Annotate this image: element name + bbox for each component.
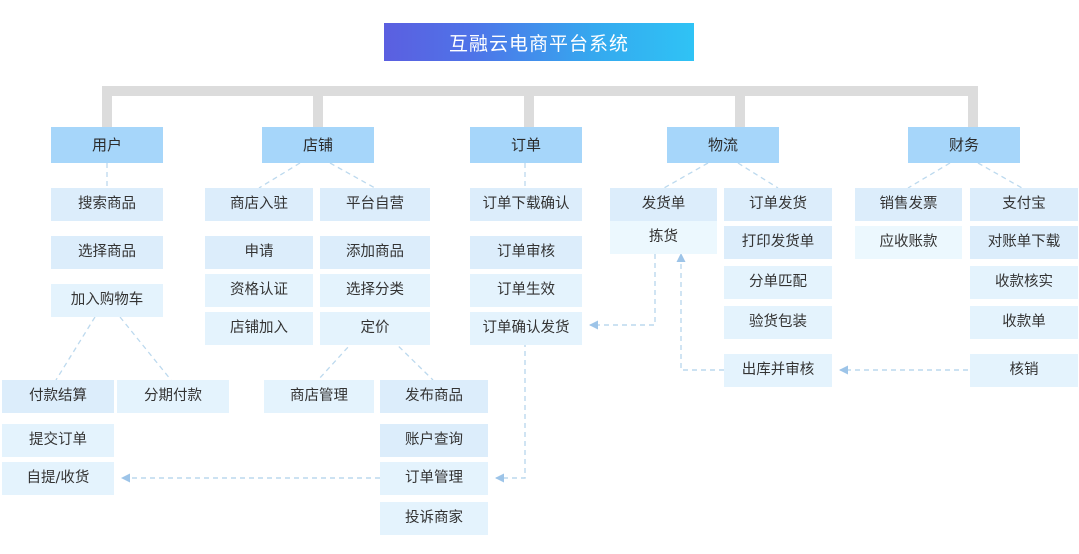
- leaf-select-category[interactable]: 选择分类: [320, 274, 430, 307]
- leaf-inspect-pack[interactable]: 验货包装: [724, 306, 832, 339]
- leaf-pickup-receive[interactable]: 自提/收货: [2, 462, 114, 495]
- leaf-add-to-cart[interactable]: 加入购物车: [51, 284, 163, 317]
- leaf-picking[interactable]: 拣货: [610, 221, 717, 254]
- node-shop[interactable]: 店铺: [262, 127, 374, 163]
- leaf-statement-download[interactable]: 对账单下载: [970, 226, 1078, 259]
- leaf-outbound-and-review[interactable]: 出库并审核: [724, 354, 832, 387]
- leaf-add-product[interactable]: 添加商品: [320, 236, 430, 269]
- trunk-stem-user: [102, 86, 112, 127]
- leaf-shop-management[interactable]: 商店管理: [264, 380, 374, 413]
- leaf-shop-entry[interactable]: 商店入驻: [205, 188, 313, 221]
- trunk-stem-logistics: [735, 86, 745, 127]
- leaf-select-product[interactable]: 选择商品: [51, 236, 163, 269]
- leaf-publish-product[interactable]: 发布商品: [380, 380, 488, 413]
- leaf-payment-settlement[interactable]: 付款结算: [2, 380, 114, 413]
- trunk-stem-finance: [968, 86, 978, 127]
- leaf-payment-verification[interactable]: 收款核实: [970, 266, 1078, 299]
- node-logistics[interactable]: 物流: [667, 127, 779, 163]
- leaf-write-off[interactable]: 核销: [970, 354, 1078, 387]
- leaf-shop-join[interactable]: 店铺加入: [205, 312, 313, 345]
- leaf-submit-order[interactable]: 提交订单: [2, 424, 114, 457]
- leaf-order-review[interactable]: 订单审核: [470, 236, 582, 269]
- leaf-pricing[interactable]: 定价: [320, 312, 430, 345]
- leaf-order-shipment[interactable]: 订单发货: [724, 188, 832, 221]
- leaf-sales-invoice[interactable]: 销售发票: [855, 188, 962, 221]
- diagram-canvas: 互融云电商平台系统 用户 店铺 订单 物流 财务 搜索商品 选择商品 加入购物车…: [0, 0, 1079, 554]
- leaf-installment-payment[interactable]: 分期付款: [117, 380, 229, 413]
- leaf-shipping-order[interactable]: 发货单: [610, 188, 717, 221]
- leaf-search-product[interactable]: 搜索商品: [51, 188, 163, 221]
- leaf-accounts-receivable[interactable]: 应收账款: [855, 226, 962, 259]
- leaf-qualification-certification[interactable]: 资格认证: [205, 274, 313, 307]
- node-order[interactable]: 订单: [470, 127, 582, 163]
- leaf-split-order-match[interactable]: 分单匹配: [724, 266, 832, 299]
- leaf-print-shipping-order[interactable]: 打印发货单: [724, 226, 832, 259]
- node-user[interactable]: 用户: [51, 127, 163, 163]
- leaf-complain-merchant[interactable]: 投诉商家: [380, 502, 488, 535]
- leaf-account-query[interactable]: 账户查询: [380, 424, 488, 457]
- trunk-stem-order: [524, 86, 534, 127]
- leaf-order-management[interactable]: 订单管理: [380, 462, 488, 495]
- leaf-order-effective[interactable]: 订单生效: [470, 274, 582, 307]
- leaf-receipt-note[interactable]: 收款单: [970, 306, 1078, 339]
- leaf-apply[interactable]: 申请: [205, 236, 313, 269]
- leaf-alipay[interactable]: 支付宝: [970, 188, 1078, 221]
- leaf-order-download-confirm[interactable]: 订单下载确认: [470, 188, 582, 221]
- leaf-order-confirm-shipment[interactable]: 订单确认发货: [470, 312, 582, 345]
- trunk-horizontal: [102, 86, 978, 96]
- page-title: 互融云电商平台系统: [384, 23, 694, 61]
- node-finance[interactable]: 财务: [908, 127, 1020, 163]
- leaf-platform-self-operated[interactable]: 平台自营: [320, 188, 430, 221]
- trunk-stem-shop: [313, 86, 323, 127]
